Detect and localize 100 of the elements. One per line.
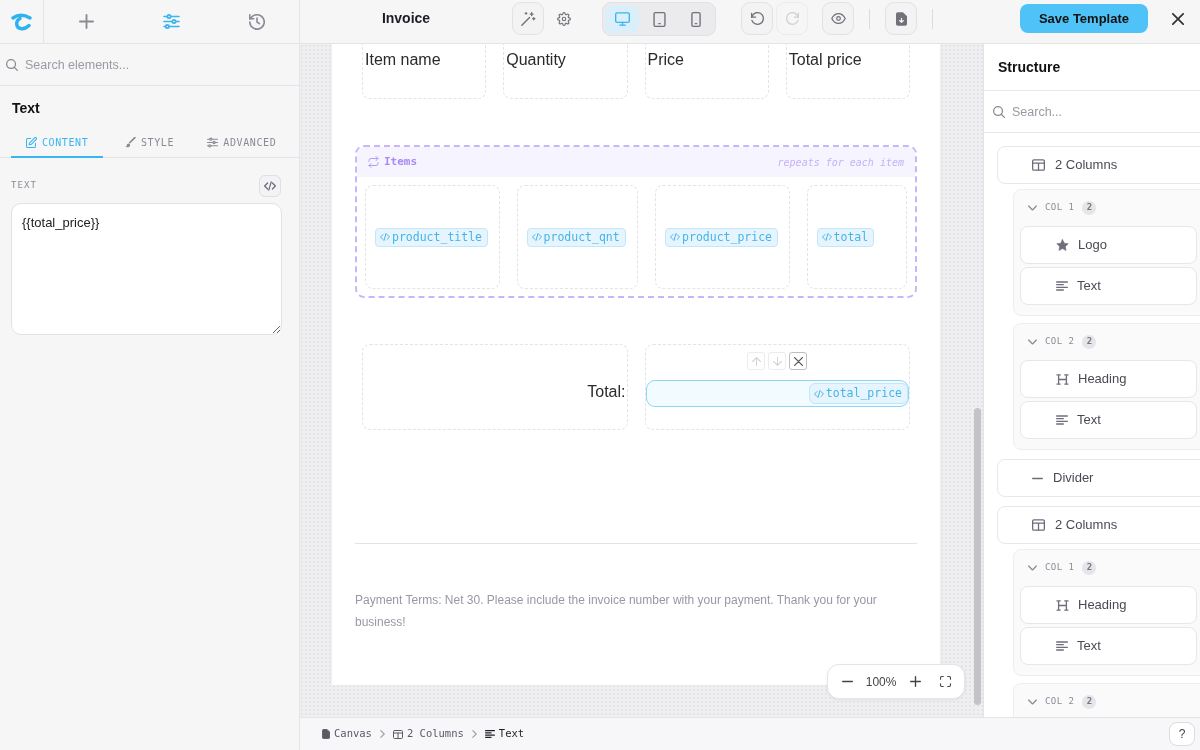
breadcrumb-item[interactable]: Text xyxy=(484,726,525,742)
arrow-up-icon xyxy=(751,356,761,366)
text-lines-icon xyxy=(1056,641,1068,651)
scrollbar[interactable] xyxy=(974,408,981,705)
tree-item[interactable]: 2 Columns xyxy=(997,146,1200,184)
column-label: COL 2 xyxy=(1045,335,1075,349)
tree-item[interactable]: Text xyxy=(1020,627,1197,665)
desktop-view-button[interactable] xyxy=(605,5,639,33)
total-label: Total: xyxy=(587,382,626,402)
text-field[interactable]: {{total_price}} xyxy=(11,203,282,335)
chevron-down-icon[interactable] xyxy=(1028,699,1037,705)
tree-item[interactable]: Heading xyxy=(1020,360,1197,398)
zoom-level: 100% xyxy=(865,673,897,691)
chevron-down-icon[interactable] xyxy=(1028,339,1037,345)
breadcrumb-item[interactable]: Canvas xyxy=(322,726,372,742)
close-icon xyxy=(793,356,803,366)
code-view-button[interactable] xyxy=(259,175,281,197)
panel-title: Structure xyxy=(998,57,1061,77)
plus-icon xyxy=(79,14,94,29)
preview-button[interactable] xyxy=(822,2,854,35)
count-badge: 2 xyxy=(1082,695,1097,709)
tree-item[interactable]: Logo xyxy=(1020,226,1197,264)
document-title: Invoice xyxy=(381,9,431,28)
breadcrumb-item[interactable]: 2 Columns xyxy=(392,726,464,742)
count-badge: 2 xyxy=(1082,201,1097,215)
arrow-down-icon xyxy=(772,356,782,366)
text-lines-icon xyxy=(1056,281,1068,291)
columns-icon xyxy=(1032,159,1045,171)
minus-icon xyxy=(841,680,853,683)
sliders-icon xyxy=(207,137,219,148)
column-heading: Quantity xyxy=(506,51,566,68)
redo-icon xyxy=(785,12,799,25)
code-icon xyxy=(821,233,832,241)
file-icon xyxy=(322,729,330,739)
tree-item[interactable]: 2 Columns xyxy=(997,506,1200,544)
chevron-right-icon xyxy=(379,730,385,738)
column-heading: Price xyxy=(647,51,684,68)
desktop-icon xyxy=(614,12,630,26)
magic-button[interactable] xyxy=(512,2,544,35)
variable-name: total_price xyxy=(825,385,902,402)
payment-terms-text: Payment Terms: Net 30. Please include the invoice number with your payment. Thank you for your business! xyxy=(355,592,878,631)
help-button[interactable]: ? xyxy=(1169,722,1195,746)
brush-icon xyxy=(124,137,136,148)
heading-icon xyxy=(1056,373,1069,385)
panel-title: Text xyxy=(11,99,41,118)
minus-icon xyxy=(1032,476,1043,480)
column-label: COL 1 xyxy=(1045,561,1075,575)
variable-name: product_price xyxy=(682,228,773,246)
save-template-button[interactable]: Save Template xyxy=(1019,4,1148,33)
text-lines-icon xyxy=(1056,415,1068,425)
search-icon xyxy=(6,58,18,71)
history-icon xyxy=(248,13,265,30)
column-heading: Total price xyxy=(788,51,862,68)
variable-name: product_title xyxy=(392,228,482,246)
file-download-icon xyxy=(895,11,907,26)
text-lines-icon xyxy=(484,730,495,738)
edit-icon xyxy=(26,137,37,148)
tree-item[interactable]: Divider xyxy=(997,459,1200,497)
magic-wand-icon xyxy=(520,11,536,26)
tree-item[interactable]: Heading xyxy=(1020,586,1197,624)
close-icon xyxy=(1172,12,1184,25)
columns-icon xyxy=(392,729,403,739)
code-icon xyxy=(531,233,542,241)
code-icon xyxy=(670,233,681,241)
export-button[interactable] xyxy=(885,2,917,35)
tree-item[interactable]: Text xyxy=(1020,401,1197,439)
column-heading: Item name xyxy=(365,51,441,68)
tree-item[interactable]: Text xyxy=(1020,267,1197,305)
plus-icon xyxy=(909,676,921,687)
columns-icon xyxy=(1032,519,1045,531)
fullscreen-icon xyxy=(939,676,951,687)
undo-icon xyxy=(750,12,764,25)
mobile-icon xyxy=(691,11,701,27)
search-icon xyxy=(993,105,1005,118)
count-badge: 2 xyxy=(1082,561,1097,575)
tablet-icon xyxy=(652,11,666,27)
search-field[interactable]: Search... xyxy=(1012,100,1200,123)
sliders-icon xyxy=(163,14,180,29)
heading-icon xyxy=(1056,599,1069,611)
app-logo xyxy=(11,12,32,31)
undo-button[interactable] xyxy=(741,2,773,35)
settings-icon xyxy=(557,11,571,26)
chevron-down-icon[interactable] xyxy=(1028,565,1037,571)
search-field[interactable]: Search elements... xyxy=(25,53,299,76)
column-label: COL 1 xyxy=(1045,201,1075,215)
eye-icon xyxy=(830,13,846,24)
field-label: TEXT xyxy=(11,179,37,193)
chevron-down-icon[interactable] xyxy=(1028,205,1037,211)
star-icon xyxy=(1056,239,1069,251)
code-icon xyxy=(813,389,824,398)
chevron-right-icon xyxy=(471,730,477,738)
delete-button[interactable] xyxy=(789,352,808,370)
code-icon xyxy=(264,181,276,191)
column-label: COL 2 xyxy=(1045,695,1075,709)
variable-name: product_qnt xyxy=(543,228,620,246)
repeater-title: Items xyxy=(384,153,418,170)
count-badge: 2 xyxy=(1082,335,1097,349)
code-icon xyxy=(380,233,390,241)
repeater-note: repeats for each item xyxy=(777,155,904,170)
variable-name: total xyxy=(833,228,869,246)
